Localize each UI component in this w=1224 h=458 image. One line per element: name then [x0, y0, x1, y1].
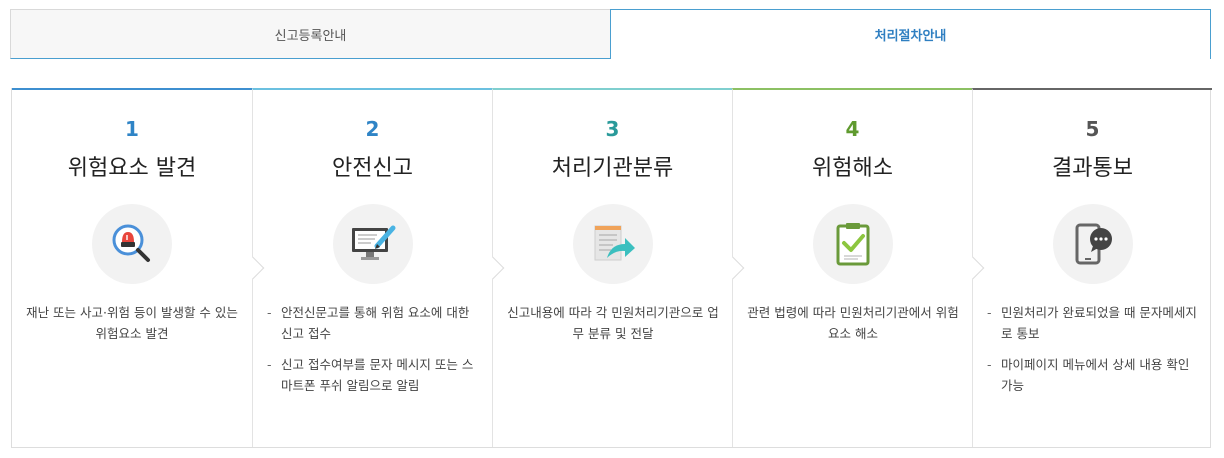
tab-label: 신고등록안내: [274, 28, 347, 44]
siren-magnifier-icon: [92, 204, 172, 284]
step-1: 1 위험요소 발견 재난 또는 사고·위험 등이 발생할 수 있는 위험요소 발…: [12, 88, 265, 447]
procedure-tabs: 신고등록안내 처리절차안내: [10, 9, 1211, 59]
list-item: 마이페이지 메뉴에서 상세 내용 확인 가능: [987, 354, 1202, 396]
step-5: 5 결과통보 민원처리가 완료되었을 때 문자메세지로 통보 마이페이지 메뉴에…: [972, 88, 1212, 447]
document-forward-icon: [573, 204, 653, 284]
step-number: 4: [845, 117, 860, 141]
step-description-list: 안전신문고를 통해 위험 요소에 대한 신고 접수 신고 접수여부를 문자 메시…: [267, 302, 482, 406]
list-item: 민원처리가 완료되었을 때 문자메세지로 통보: [987, 302, 1202, 344]
tab-registration-guide[interactable]: 신고등록안내: [10, 9, 611, 59]
step-number: 3: [605, 117, 620, 141]
step-description: 신고내용에 따라 각 민원처리기관으로 업무 분류 및 전달: [507, 305, 719, 341]
monitor-pen-icon: [333, 204, 413, 284]
list-item: 신고 접수여부를 문자 메시지 또는 스마트폰 푸쉬 알림으로 알림: [267, 354, 482, 396]
step-description: 관련 법령에 따라 민원처리기관에서 위험요소 해소: [747, 305, 959, 341]
step-3: 3 처리기관분류 신고내용에 따라 각 민원처리기관으로 업무 분류 및 전달: [492, 88, 745, 447]
step-description-list: 민원처리가 완료되었을 때 문자메세지로 통보 마이페이지 메뉴에서 상세 내용…: [987, 302, 1202, 406]
step-title: 처리기관분류: [551, 156, 674, 181]
step-number: 1: [125, 117, 139, 141]
tab-label: 처리절차안내: [874, 29, 947, 44]
procedure-steps: 1 위험요소 발견 재난 또는 사고·위험 등이 발생할 수 있는 위험요소 발…: [11, 88, 1212, 448]
step-title: 결과통보: [1052, 156, 1133, 181]
tab-procedure-guide[interactable]: 처리절차안내: [610, 9, 1211, 59]
list-item: 안전신문고를 통해 위험 요소에 대한 신고 접수: [267, 302, 482, 344]
step-number: 2: [365, 117, 380, 141]
step-2: 2 안전신고 안전신문고를 통해 위험 요소에 대한 신고 접수 신고 접수여부…: [252, 88, 505, 447]
step-title: 안전신고: [332, 156, 413, 181]
step-title: 위험해소: [812, 156, 893, 181]
clipboard-check-icon: [813, 204, 893, 284]
step-description: 재난 또는 사고·위험 등이 발생할 수 있는 위험요소 발견: [26, 305, 238, 341]
step-number: 5: [1085, 117, 1100, 141]
step-title: 위험요소 발견: [67, 156, 197, 181]
phone-chat-icon: [1053, 204, 1133, 284]
step-4: 4 위험해소 관련 법령에 따라 민원처리기관에서 위험요소 해소: [732, 88, 985, 447]
